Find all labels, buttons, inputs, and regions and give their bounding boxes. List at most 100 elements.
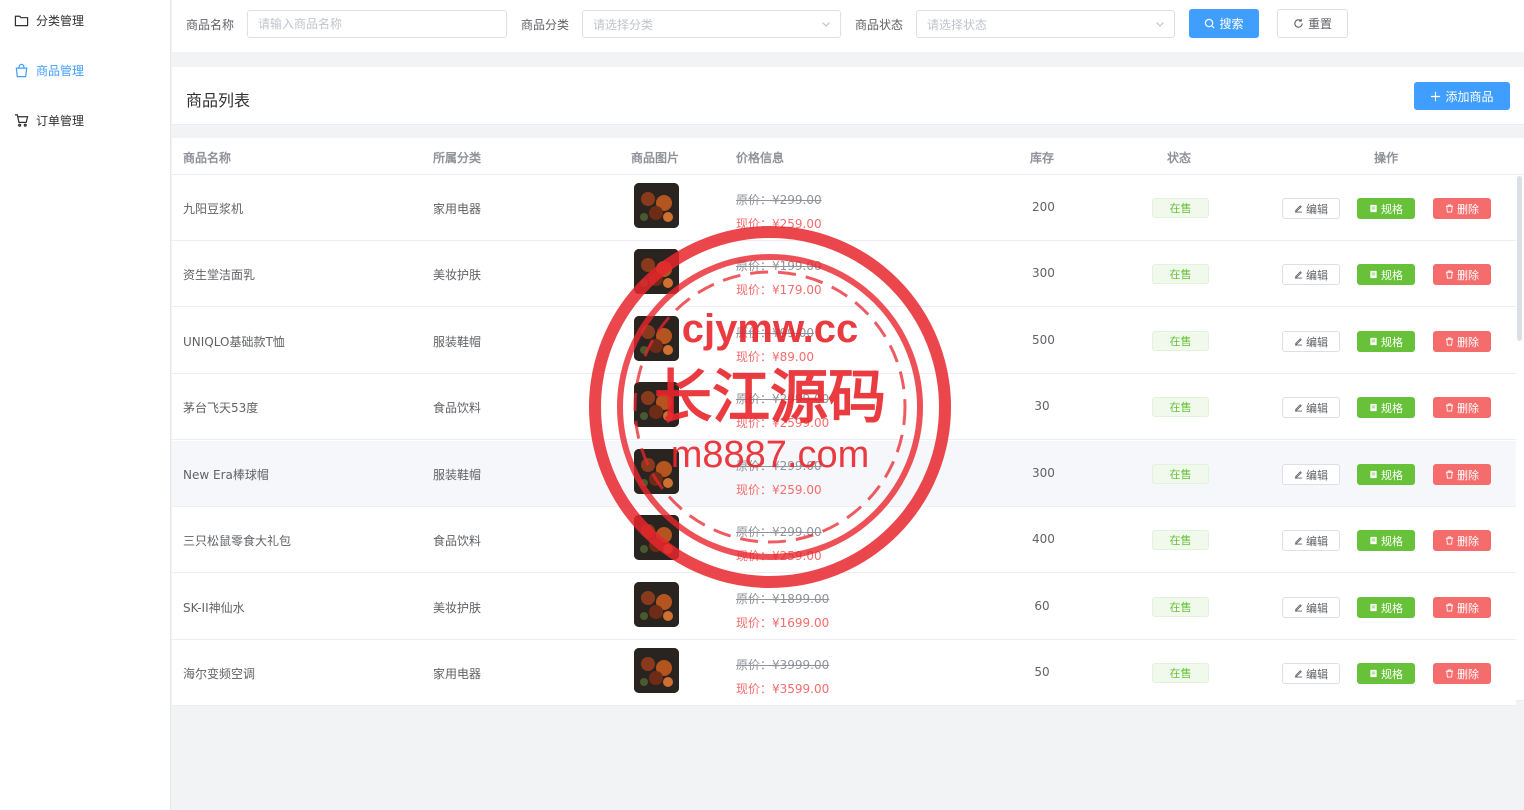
delete-button[interactable]: 删除 bbox=[1433, 530, 1491, 551]
spec-label: 规格 bbox=[1381, 601, 1403, 615]
product-category: 美妆护肤 bbox=[433, 601, 482, 615]
product-table: 商品名称 所属分类 商品图片 价格信息 库存 状态 操作 九阳豆浆机 家用电器 … bbox=[172, 138, 1524, 706]
delete-label: 删除 bbox=[1457, 401, 1479, 415]
header-status: 状态 bbox=[1167, 151, 1192, 165]
document-icon bbox=[1370, 669, 1377, 678]
trash-icon bbox=[1445, 270, 1454, 279]
delete-button[interactable]: 删除 bbox=[1433, 264, 1491, 285]
table-row: New Era棒球帽 服装鞋帽 原价：¥299.00 现价：¥259.00 30… bbox=[172, 441, 1516, 507]
edit-button[interactable]: 编辑 bbox=[1282, 597, 1340, 618]
document-icon bbox=[1370, 270, 1377, 279]
current-price: 现价：¥3599.00 bbox=[736, 682, 830, 696]
edit-button[interactable]: 编辑 bbox=[1282, 264, 1340, 285]
delete-button[interactable]: 删除 bbox=[1433, 198, 1491, 219]
status-badge: 在售 bbox=[1152, 264, 1209, 284]
edit-label: 编辑 bbox=[1306, 401, 1328, 415]
trash-icon bbox=[1445, 470, 1454, 479]
document-icon bbox=[1370, 204, 1377, 213]
current-price: 现价：¥179.00 bbox=[736, 283, 822, 297]
spec-button[interactable]: 规格 bbox=[1357, 264, 1415, 285]
category-filter-select[interactable]: 请选择分类 bbox=[582, 10, 841, 38]
sidebar-item-products[interactable]: 商品管理 bbox=[0, 55, 171, 85]
table-header: 商品名称 所属分类 商品图片 价格信息 库存 状态 操作 bbox=[172, 138, 1524, 175]
folder-icon bbox=[13, 12, 29, 28]
table-scrollbar[interactable] bbox=[1517, 176, 1522, 341]
spec-button[interactable]: 规格 bbox=[1357, 331, 1415, 352]
document-icon bbox=[1370, 536, 1377, 545]
original-price: 原价：¥299.00 bbox=[736, 525, 822, 539]
delete-button[interactable]: 删除 bbox=[1433, 331, 1491, 352]
product-name: 三只松鼠零食大礼包 bbox=[183, 534, 292, 548]
product-stock: 400 bbox=[1032, 532, 1055, 546]
price-info: 原价：¥199.00 现价：¥179.00 bbox=[736, 254, 822, 302]
search-button[interactable]: 搜索 bbox=[1189, 9, 1259, 38]
edit-button[interactable]: 编辑 bbox=[1282, 331, 1340, 352]
add-product-button[interactable]: 添加商品 bbox=[1414, 82, 1510, 110]
status-select-placeholder: 请选择状态 bbox=[927, 17, 988, 32]
edit-icon bbox=[1294, 471, 1303, 479]
edit-icon bbox=[1294, 670, 1303, 678]
delete-label: 删除 bbox=[1457, 667, 1479, 681]
product-name: 资生堂洁面乳 bbox=[183, 268, 256, 282]
document-icon bbox=[1370, 403, 1377, 412]
product-category: 食品饮料 bbox=[433, 401, 482, 415]
name-filter-label: 商品名称 bbox=[186, 18, 235, 32]
delete-button[interactable]: 删除 bbox=[1433, 397, 1491, 418]
product-category: 家用电器 bbox=[433, 667, 482, 681]
plus-icon bbox=[1431, 91, 1441, 101]
edit-icon bbox=[1294, 205, 1303, 213]
document-icon bbox=[1370, 337, 1377, 346]
delete-button[interactable]: 删除 bbox=[1433, 464, 1491, 485]
product-stock: 60 bbox=[1034, 599, 1050, 613]
reset-button[interactable]: 重置 bbox=[1277, 9, 1348, 38]
product-stock: 300 bbox=[1032, 266, 1055, 280]
header-name: 商品名称 bbox=[183, 151, 232, 165]
price-info: 原价：¥1899.00 现价：¥1699.00 bbox=[736, 587, 829, 635]
reset-button-label: 重置 bbox=[1307, 17, 1332, 31]
edit-label: 编辑 bbox=[1306, 202, 1328, 216]
spec-button[interactable]: 规格 bbox=[1357, 397, 1415, 418]
header-stock: 库存 bbox=[1030, 151, 1055, 165]
trash-icon bbox=[1445, 204, 1454, 213]
spec-button[interactable]: 规格 bbox=[1357, 530, 1415, 551]
edit-button[interactable]: 编辑 bbox=[1282, 663, 1340, 684]
edit-button[interactable]: 编辑 bbox=[1282, 198, 1340, 219]
current-price: 现价：¥1699.00 bbox=[736, 616, 830, 630]
category-select-placeholder: 请选择分类 bbox=[593, 17, 654, 32]
spec-button[interactable]: 规格 bbox=[1357, 663, 1415, 684]
spec-label: 规格 bbox=[1381, 534, 1403, 548]
edit-icon bbox=[1294, 537, 1303, 545]
sidebar-item-category[interactable]: 分类管理 bbox=[0, 5, 171, 35]
product-name: 海尔变频空调 bbox=[183, 667, 256, 681]
product-image bbox=[634, 648, 679, 693]
spec-button[interactable]: 规格 bbox=[1357, 597, 1415, 618]
delete-label: 删除 bbox=[1457, 202, 1479, 216]
spec-button[interactable]: 规格 bbox=[1357, 198, 1415, 219]
status-badge: 在售 bbox=[1152, 597, 1209, 617]
edit-button[interactable]: 编辑 bbox=[1282, 464, 1340, 485]
status-badge: 在售 bbox=[1152, 464, 1209, 484]
table-row: 茅台飞天53度 食品饮料 原价：¥2999.00 现价：¥2599.00 30 … bbox=[172, 374, 1516, 440]
product-stock: 30 bbox=[1034, 399, 1050, 413]
trash-icon bbox=[1445, 603, 1454, 612]
delete-label: 删除 bbox=[1457, 335, 1479, 349]
price-info: 原价：¥99.00 现价：¥89.00 bbox=[736, 321, 814, 369]
current-price: 现价：¥259.00 bbox=[736, 549, 822, 563]
header-price: 价格信息 bbox=[736, 151, 785, 165]
spec-button[interactable]: 规格 bbox=[1357, 464, 1415, 485]
header-actions: 操作 bbox=[1374, 151, 1399, 165]
edit-button[interactable]: 编辑 bbox=[1282, 530, 1340, 551]
main-content: 商品名称 商品分类 请选择分类 商品状态 请选择状态 搜索 重置 商品列表 添加… bbox=[172, 0, 1524, 810]
original-price: 原价：¥3999.00 bbox=[736, 658, 830, 672]
original-price: 原价：¥2999.00 bbox=[736, 392, 830, 406]
delete-button[interactable]: 删除 bbox=[1433, 663, 1491, 684]
status-filter-select[interactable]: 请选择状态 bbox=[916, 10, 1175, 38]
name-filter-input[interactable] bbox=[247, 10, 507, 38]
original-price: 原价：¥299.00 bbox=[736, 193, 822, 207]
edit-button[interactable]: 编辑 bbox=[1282, 397, 1340, 418]
spec-label: 规格 bbox=[1381, 335, 1403, 349]
delete-button[interactable]: 删除 bbox=[1433, 597, 1491, 618]
sidebar-item-orders[interactable]: 订单管理 bbox=[0, 105, 171, 135]
edit-icon bbox=[1294, 604, 1303, 612]
product-stock: 500 bbox=[1032, 333, 1055, 347]
